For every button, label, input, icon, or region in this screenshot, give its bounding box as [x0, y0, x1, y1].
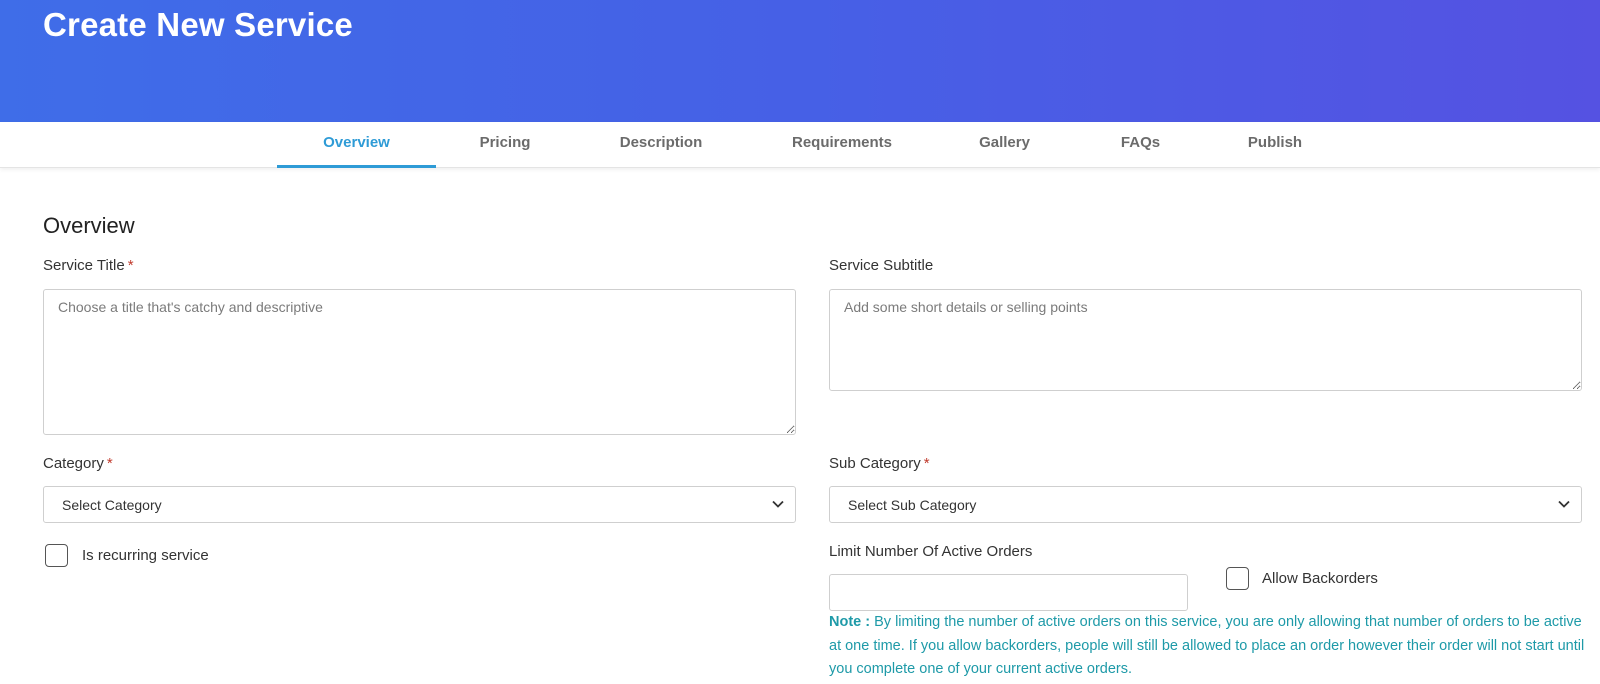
- required-marker: *: [127, 257, 134, 274]
- limit-orders-label: Limit Number Of Active Orders: [829, 543, 1033, 560]
- page-title: Create New Service: [43, 6, 353, 43]
- tab-description[interactable]: Description: [574, 122, 748, 168]
- active-orders-note: Note : By limiting the number of active …: [829, 611, 1589, 682]
- category-select-value: Select Category: [62, 497, 162, 513]
- allow-backorders-checkbox[interactable]: [1226, 567, 1249, 590]
- tab-pricing[interactable]: Pricing: [436, 122, 574, 168]
- tab-requirements[interactable]: Requirements: [748, 122, 936, 168]
- section-title: Overview: [43, 213, 135, 238]
- tab-gallery[interactable]: Gallery: [936, 122, 1073, 168]
- sub-category-label-text: Sub Category: [829, 455, 921, 472]
- sub-category-label: Sub Category *: [829, 455, 930, 472]
- allow-backorders-label: Allow Backorders: [1262, 570, 1378, 587]
- service-title-label-text: Service Title: [43, 257, 125, 274]
- tab-bar: Overview Pricing Description Requirement…: [0, 122, 1600, 168]
- chevron-down-icon: [1558, 500, 1570, 508]
- recurring-service-label: Is recurring service: [82, 547, 209, 564]
- sub-category-select[interactable]: Select Sub Category: [829, 486, 1582, 523]
- category-label-text: Category: [43, 455, 104, 472]
- tab-list: Overview Pricing Description Requirement…: [277, 122, 1349, 168]
- tab-publish[interactable]: Publish: [1208, 122, 1342, 168]
- page-header: Create New Service: [0, 0, 1600, 122]
- tab-faqs[interactable]: FAQs: [1073, 122, 1208, 168]
- required-marker: *: [106, 455, 113, 472]
- category-select[interactable]: Select Category: [43, 486, 796, 523]
- limit-orders-input[interactable]: [829, 574, 1188, 611]
- sub-category-select-value: Select Sub Category: [848, 497, 977, 513]
- tab-overview[interactable]: Overview: [277, 122, 436, 168]
- note-prefix: Note :: [829, 614, 871, 630]
- required-marker: *: [923, 455, 930, 472]
- service-title-input[interactable]: [43, 289, 796, 435]
- recurring-service-checkbox[interactable]: [45, 544, 68, 567]
- note-text: By limiting the number of active orders …: [829, 614, 1585, 677]
- service-title-label: Service Title *: [43, 257, 134, 274]
- category-label: Category *: [43, 455, 113, 472]
- chevron-down-icon: [772, 500, 784, 508]
- service-subtitle-label: Service Subtitle: [829, 257, 934, 274]
- service-subtitle-input[interactable]: [829, 289, 1582, 391]
